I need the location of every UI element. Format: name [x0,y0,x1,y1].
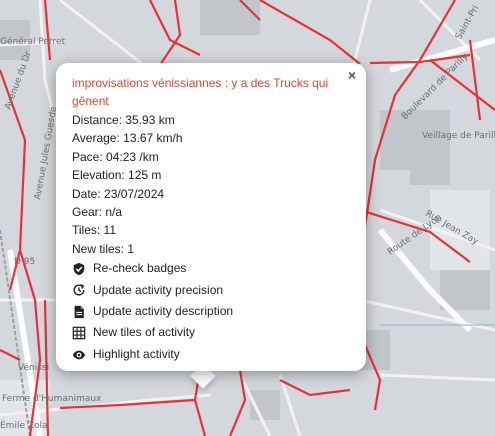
new-tiles-action[interactable]: New tiles of activity [72,322,350,343]
update-precision-action[interactable]: Update activity precision [72,280,350,301]
stat-tiles: Tiles: 11 [72,223,117,238]
stat-gear: Gear: n/a [72,205,123,220]
eye-icon [72,350,86,359]
map-label-veillage: Veillage de Parilly [422,131,495,141]
stat-date: Date: 23/07/2024 [72,186,165,201]
map-label-ferme: Ferme d'Humanimaux [2,394,102,404]
highlight-activity-action[interactable]: Highlight activity [72,344,350,365]
stat-pace: Pace: 04:23 /km [72,149,159,164]
shield-check-icon [73,262,85,276]
stat-average: Average: 13.67 km/h [72,131,183,146]
activity-title-link[interactable]: improvisations vénissiannes : y a des Tr… [72,74,350,110]
update-description-label: Update activity description [93,304,234,319]
highlight-activity-label: Highlight activity [93,346,180,361]
refresh-clock-icon [73,284,85,296]
map-label-general-perret: Général Perret [0,36,66,47]
update-description-action[interactable]: Update activity description [72,301,350,322]
stat-elevation: Elevation: 125 m [72,168,162,183]
stat-distance: Distance: 35.93 km [72,113,175,127]
close-button[interactable]: × [348,67,356,83]
map-label-d95: D 95 [14,257,35,267]
document-icon [74,305,84,318]
activity-popup: × improvisations vénissiannes : y a des … [56,63,366,371]
recheck-badges-action[interactable]: Re-check badges [72,258,350,279]
recheck-badges-label: Re-check badges [93,261,187,276]
update-precision-label: Update activity precision [93,282,224,297]
new-tiles-label: New tiles of activity [93,325,196,340]
map-label-emile-zola: Émile Zola [0,419,48,431]
map-label-venissieux: Vénissi [18,362,49,373]
grid-icon [72,326,86,340]
stat-new-tiles: New tiles: 1 [72,241,135,256]
